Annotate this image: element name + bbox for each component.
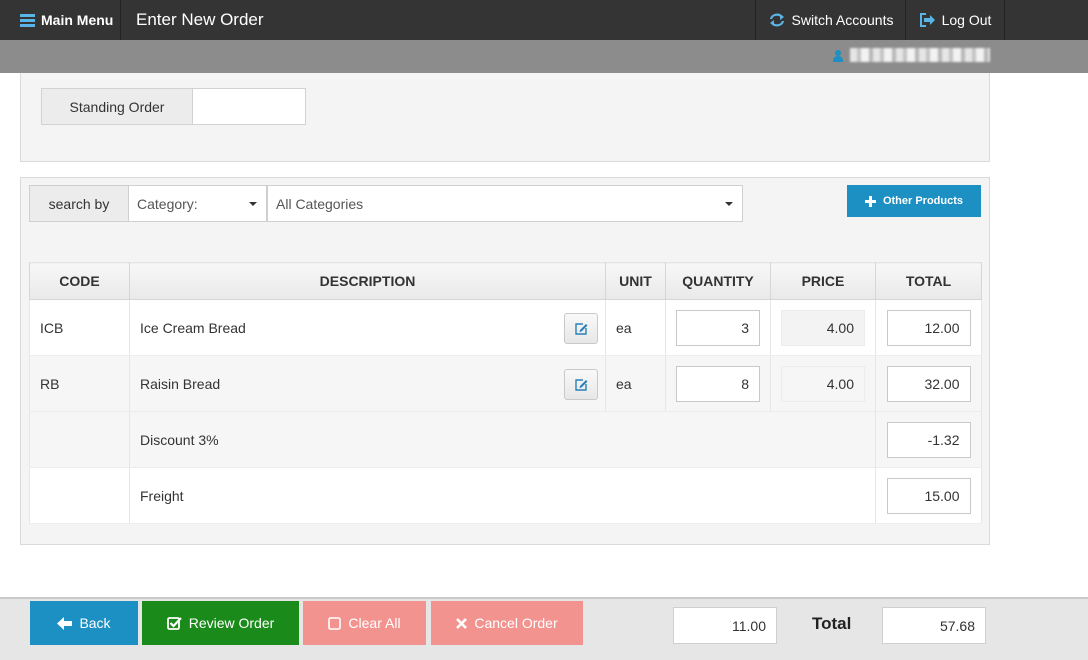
caret-down-icon <box>725 202 733 206</box>
charge-row: Discount 3% -1.32 <box>29 411 982 468</box>
grand-total-value: 57.68 <box>882 607 986 644</box>
refresh-icon <box>768 13 786 27</box>
line-total-value: 32.00 <box>886 365 971 402</box>
item-price-cell: 4.00 <box>770 355 876 412</box>
main-menu-label: Main Menu <box>41 12 114 28</box>
edit-icon <box>574 378 587 391</box>
item-price-cell: 4.00 <box>770 299 876 356</box>
column-header-total: TOTAL <box>875 262 982 300</box>
log-out-label: Log Out <box>941 12 992 28</box>
plus-icon <box>864 195 876 207</box>
review-order-button[interactable]: Review Order <box>142 601 299 645</box>
column-header-quantity: QUANTITY <box>665 262 771 300</box>
log-out-button[interactable]: Log Out <box>906 0 1005 40</box>
charge-amount-cell: 15.00 <box>875 467 982 524</box>
check-square-icon <box>166 616 182 630</box>
search-field-value: Category: <box>137 195 198 212</box>
cancel-order-button[interactable]: Cancel Order <box>431 601 583 645</box>
item-description: Ice Cream Bread <box>140 319 246 336</box>
line-total-value: 12.00 <box>886 309 971 346</box>
item-code: RB <box>29 355 130 412</box>
quantity-total-value: 11.00 <box>673 607 777 644</box>
other-products-button[interactable]: Other Products <box>847 185 981 217</box>
item-total-cell: 12.00 <box>875 299 982 356</box>
back-button[interactable]: Back <box>30 601 138 645</box>
standing-order-input[interactable] <box>192 88 306 125</box>
table-row: ICB Ice Cream Bread ea 3 4.00 12.00 <box>29 299 982 356</box>
item-total-cell: 32.00 <box>875 355 982 412</box>
table-header-row: CODE DESCRIPTION UNIT QUANTITY PRICE TOT… <box>29 262 982 300</box>
price-value: 4.00 <box>781 365 865 402</box>
hamburger-icon <box>20 13 35 27</box>
sign-out-icon <box>919 13 936 27</box>
discount-amount: -1.32 <box>886 421 971 458</box>
item-description: Raisin Bread <box>140 375 221 392</box>
charge-amount-cell: -1.32 <box>875 411 982 468</box>
top-navbar: Main Menu Enter New Order Switch Account… <box>0 0 1088 40</box>
times-icon <box>456 617 468 629</box>
edit-item-button[interactable] <box>564 369 598 400</box>
arrow-left-icon <box>57 616 73 630</box>
quantity-input[interactable]: 8 <box>676 365 760 402</box>
column-header-code: CODE <box>29 262 130 300</box>
order-table: CODE DESCRIPTION UNIT QUANTITY PRICE TOT… <box>29 262 982 524</box>
freight-amount: 15.00 <box>886 477 971 514</box>
charge-code-cell <box>29 411 130 468</box>
item-unit: ea <box>605 299 666 356</box>
user-name-redacted <box>850 48 990 62</box>
table-row: RB Raisin Bread ea 8 4.00 32.00 <box>29 355 982 412</box>
item-code: ICB <box>29 299 130 356</box>
item-description-cell: Ice Cream Bread <box>129 299 606 356</box>
review-order-label: Review Order <box>188 615 275 631</box>
total-label: Total <box>812 614 852 633</box>
column-header-unit: UNIT <box>605 262 666 300</box>
item-unit: ea <box>605 355 666 412</box>
edit-item-button[interactable] <box>564 313 598 344</box>
cancel-order-label: Cancel Order <box>474 615 558 631</box>
clear-all-label: Clear All <box>348 615 401 631</box>
other-products-label: Other Products <box>882 195 964 207</box>
freight-label: Freight <box>129 467 876 524</box>
discount-label: Discount 3% <box>129 411 876 468</box>
search-by-label: search by <box>29 185 129 222</box>
back-label: Back <box>79 615 111 631</box>
charge-row: Freight 15.00 <box>29 467 982 524</box>
square-icon <box>328 616 342 630</box>
column-header-description: DESCRIPTION <box>129 262 606 300</box>
edit-icon <box>574 322 587 335</box>
quantity-input[interactable]: 3 <box>676 309 760 346</box>
caret-down-icon <box>249 202 257 206</box>
user-icon <box>833 49 843 65</box>
switch-accounts-label: Switch Accounts <box>791 12 894 28</box>
search-field-select[interactable]: Category: <box>128 185 267 222</box>
item-quantity-cell: 8 <box>665 355 771 412</box>
switch-accounts-button[interactable]: Switch Accounts <box>755 0 906 40</box>
category-value: All Categories <box>276 195 364 212</box>
clear-all-button[interactable]: Clear All <box>303 601 426 645</box>
charge-code-cell <box>29 467 130 524</box>
page-title: Enter New Order <box>136 10 264 29</box>
column-header-price: PRICE <box>770 262 876 300</box>
category-select[interactable]: All Categories <box>267 185 743 222</box>
price-value: 4.00 <box>781 309 865 346</box>
standing-order-label: Standing Order <box>41 88 193 125</box>
item-quantity-cell: 3 <box>665 299 771 356</box>
main-menu-button[interactable]: Main Menu <box>0 0 121 40</box>
item-description-cell: Raisin Bread <box>129 355 606 412</box>
